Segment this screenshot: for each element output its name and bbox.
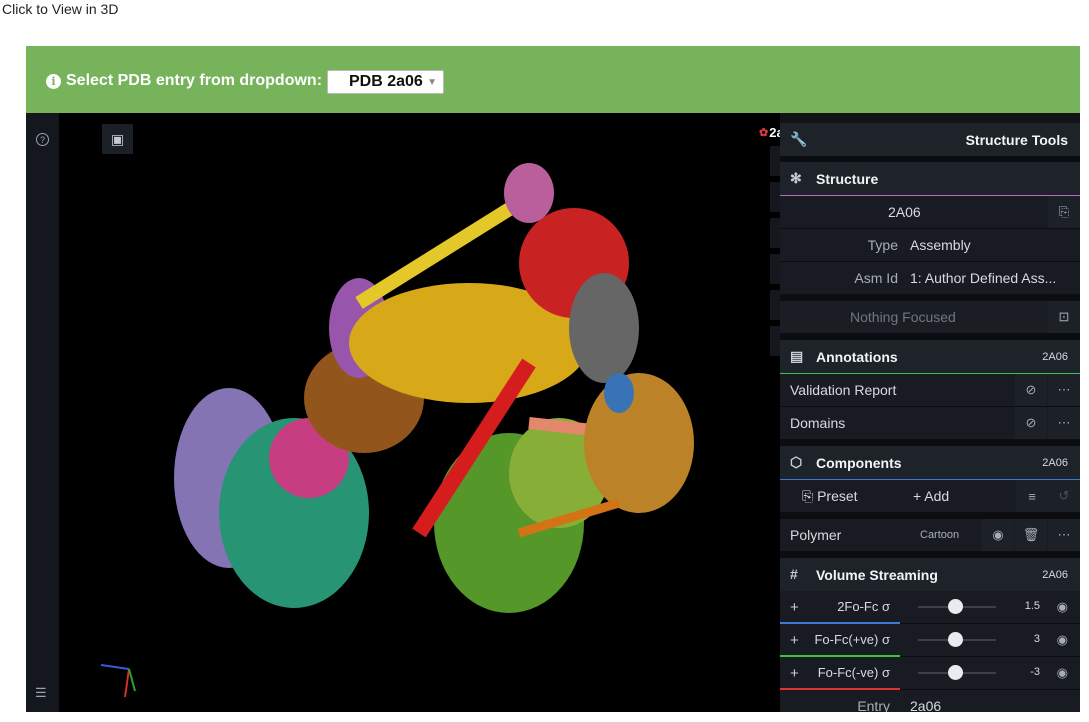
chain-orange bbox=[584, 373, 694, 513]
structure-header[interactable]: ✻ Structure bbox=[780, 162, 1080, 195]
channel-value: -3 bbox=[1030, 666, 1040, 678]
pdb-entry-select[interactable]: PDB 2a06 ▼ bbox=[327, 70, 444, 94]
type-value[interactable]: Assembly bbox=[910, 237, 971, 253]
channel-row-fofc-pos[interactable]: + Fo-Fc(+ve) σ 3 ◉ bbox=[780, 624, 1080, 657]
channel-name: Fo-Fc(+ve) σ bbox=[814, 632, 890, 647]
volume-entry-row: Entry 2a06 bbox=[780, 690, 1080, 712]
annotation-row-validation[interactable]: Validation Report ⊘ ⋯ bbox=[780, 374, 1080, 407]
pdb-banner: i Select PDB entry from dropdown: PDB 2a… bbox=[26, 46, 1080, 113]
chain-blue bbox=[604, 373, 634, 413]
trash-icon[interactable]: 🗑 bbox=[1015, 519, 1047, 551]
info-icon: i bbox=[46, 73, 61, 89]
bookmark-icon: ⎘ bbox=[802, 487, 818, 504]
polymer-label: Polymer bbox=[790, 527, 842, 543]
eye-off-icon[interactable]: ⊘ bbox=[1015, 407, 1047, 439]
asm-row: Asm Id 1: Author Defined Ass... bbox=[780, 262, 1080, 295]
slider-knob[interactable] bbox=[948, 632, 963, 647]
annotation-row-domains[interactable]: Domains ⊘ ⋯ bbox=[780, 407, 1080, 440]
volume-streaming-title: Volume Streaming bbox=[816, 566, 938, 583]
volume-streaming-header[interactable]: # Volume Streaming 2A06 bbox=[780, 558, 1080, 591]
banner-label: Select PDB entry from dropdown: bbox=[66, 72, 323, 89]
axes-indicator bbox=[100, 664, 136, 698]
eye-icon[interactable]: ◉ bbox=[1057, 599, 1068, 615]
eye-icon[interactable]: ◉ bbox=[1057, 665, 1068, 681]
annotations-header[interactable]: ▤ Annotations 2A06 bbox=[780, 340, 1080, 374]
chain-pink bbox=[504, 163, 554, 223]
eye-icon[interactable]: ◉ bbox=[982, 519, 1014, 551]
volume-entry-value[interactable]: 2a06 bbox=[910, 698, 941, 712]
protein-structure-render bbox=[174, 163, 694, 613]
molecule-icon: ✻ bbox=[790, 170, 802, 186]
comment-icon: ▤ bbox=[790, 348, 804, 364]
annotations-entry: 2A06 bbox=[1042, 350, 1068, 363]
pdb-logo-icon: ✿ bbox=[759, 127, 769, 139]
help-icon[interactable]: ? bbox=[36, 133, 49, 146]
channel-row-fofc-neg[interactable]: + Fo-Fc(-ve) σ -3 ◉ bbox=[780, 657, 1080, 690]
polymer-representation[interactable]: Cartoon bbox=[920, 529, 959, 541]
plus-icon[interactable]: + bbox=[790, 599, 799, 616]
molstar-viewer: ? ☰ ▣ ✿ 🔧 Structure Tools ✻ Structure 2A… bbox=[26, 113, 1080, 712]
sliders-icon[interactable]: ≡ bbox=[1016, 480, 1048, 512]
asm-label: Asm Id bbox=[854, 270, 898, 286]
channel-value: 3 bbox=[1033, 633, 1040, 645]
focus-text: Nothing Focused bbox=[850, 309, 956, 325]
volume-entry-label: Entry bbox=[857, 698, 890, 712]
chain-grey bbox=[569, 273, 639, 383]
cube-icon: ⬡ bbox=[790, 454, 803, 470]
grid-icon: # bbox=[790, 566, 798, 582]
wrench-icon: 🔧 bbox=[790, 131, 808, 147]
components-entry: 2A06 bbox=[1042, 456, 1068, 469]
sliders-icon[interactable]: ☰ bbox=[35, 685, 47, 701]
add-component-button[interactable]: + Add bbox=[913, 488, 949, 504]
polymer-row[interactable]: Polymer Cartoon ◉ 🗑 ⋯ bbox=[780, 519, 1080, 552]
view-3d-link[interactable]: Click to View in 3D bbox=[2, 1, 118, 17]
snapshot-icon[interactable]: ▣ bbox=[102, 124, 133, 154]
eye-icon[interactable]: ◉ bbox=[1057, 632, 1068, 648]
preset-button[interactable]: ⎘ Preset bbox=[802, 488, 858, 505]
plus-icon[interactable]: + bbox=[790, 632, 799, 649]
more-icon[interactable]: ⋯ bbox=[1048, 519, 1080, 551]
channel-name: Fo-Fc(-ve) σ bbox=[817, 665, 890, 680]
pdb-select-value: PDB 2a06 bbox=[349, 73, 423, 90]
focus-target-icon[interactable]: ⊡ bbox=[1048, 301, 1080, 333]
chevron-down-icon: ▼ bbox=[427, 77, 437, 88]
eye-off-icon[interactable]: ⊘ bbox=[1015, 374, 1047, 406]
structure-tools-title: Structure Tools bbox=[965, 131, 1068, 148]
left-sidebar: ? ☰ bbox=[26, 113, 59, 712]
type-row: Type Assembly bbox=[780, 229, 1080, 262]
history-icon[interactable]: ↺ bbox=[1048, 480, 1080, 512]
volume-streaming-entry: 2A06 bbox=[1042, 568, 1068, 581]
plus-icon[interactable]: + bbox=[790, 665, 799, 682]
slider-knob[interactable] bbox=[948, 665, 963, 680]
structure-tools-header: 🔧 Structure Tools bbox=[780, 123, 1080, 156]
channel-name: 2Fo-Fc σ bbox=[837, 599, 890, 614]
focus-row[interactable]: Nothing Focused ⊡ bbox=[780, 301, 1080, 334]
structure-entry: 2A06 bbox=[888, 204, 921, 220]
components-title: Components bbox=[816, 454, 902, 471]
components-actions-row: ⎘ Preset + Add ≡ ↺ bbox=[780, 480, 1080, 513]
annotations-title: Annotations bbox=[816, 348, 898, 365]
asm-value[interactable]: 1: Author Defined Ass... bbox=[910, 270, 1056, 286]
structure-entry-row[interactable]: 2A06 ⎘ bbox=[780, 195, 1080, 229]
3d-canvas[interactable]: ▣ ✿ 2a06 ↻ ◎ ⚒ ⛶ ≡ ↖ bbox=[59, 113, 801, 712]
structure-title: Structure bbox=[816, 170, 879, 187]
preset-label: Preset bbox=[817, 487, 858, 504]
channel-row-2fofc[interactable]: + 2Fo-Fc σ 1.5 ◉ bbox=[780, 591, 1080, 624]
components-header[interactable]: ⬡ Components 2A06 bbox=[780, 446, 1080, 480]
annotation-label: Validation Report bbox=[790, 382, 897, 398]
structure-tools-panel: 🔧 Structure Tools ✻ Structure 2A06 ⎘ Typ… bbox=[780, 113, 1080, 712]
more-icon[interactable]: ⋯ bbox=[1048, 407, 1080, 439]
bookmark-icon[interactable]: ⎘ bbox=[1048, 196, 1080, 228]
channel-value: 1.5 bbox=[1024, 600, 1040, 612]
more-icon[interactable]: ⋯ bbox=[1048, 374, 1080, 406]
type-label: Type bbox=[867, 237, 898, 253]
annotation-label: Domains bbox=[790, 415, 846, 431]
banner-label-group: i Select PDB entry from dropdown: bbox=[46, 72, 322, 90]
slider-knob[interactable] bbox=[948, 599, 963, 614]
